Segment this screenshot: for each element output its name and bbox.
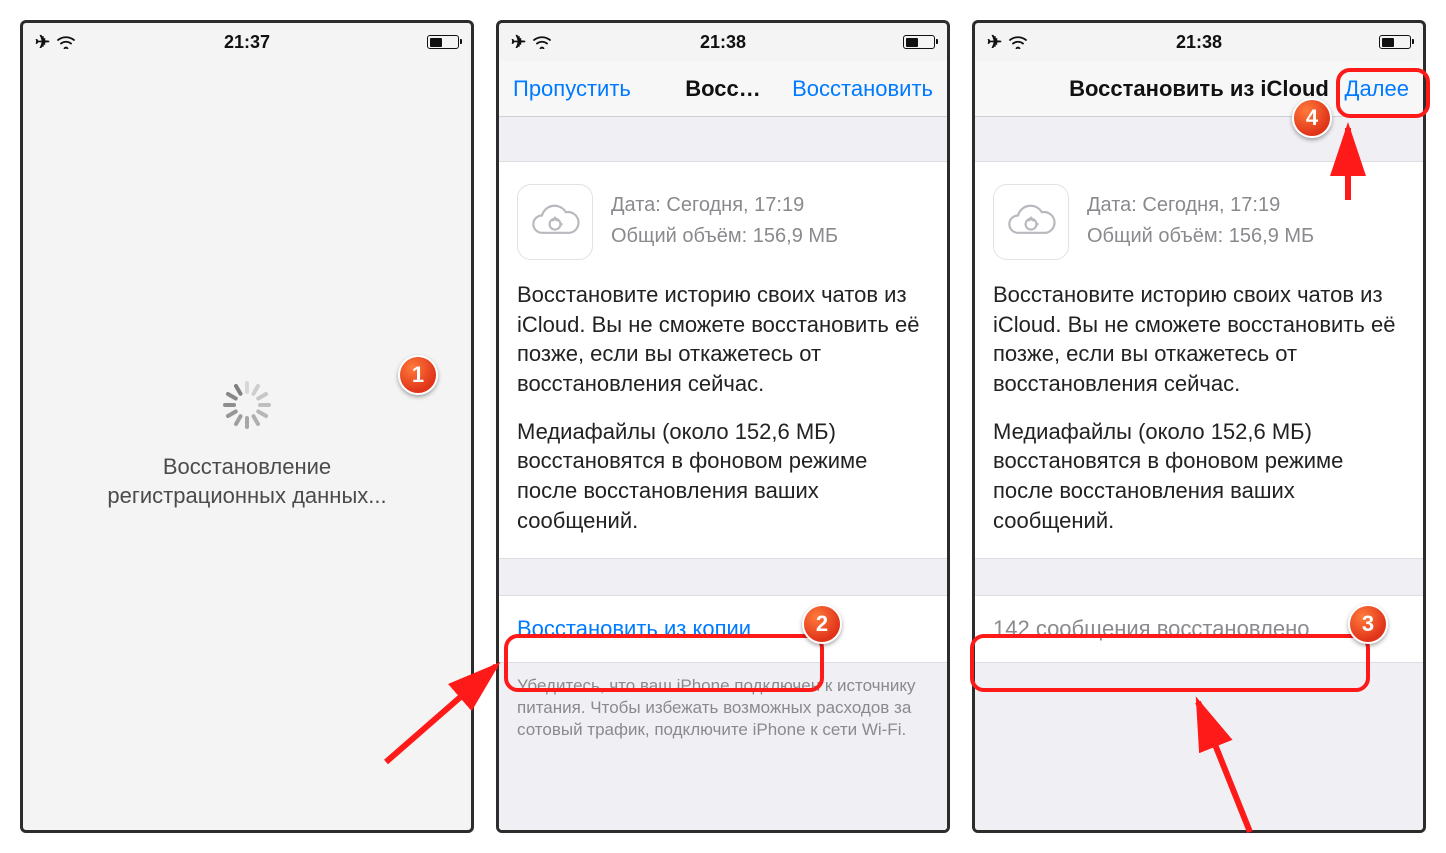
status-time: 21:37 <box>224 32 270 53</box>
annotation-badge-1: 1 <box>398 355 438 395</box>
annotation-badge-2: 2 <box>802 604 842 644</box>
restore-from-backup-button[interactable]: Восстановить из копии <box>499 595 947 663</box>
wifi-icon <box>1008 35 1028 49</box>
backup-date: Дата: Сегодня, 17:19 <box>1087 192 1314 219</box>
phone-screen-3: ✈ 21:38 Восстановить из iCloud Далее <box>972 20 1426 833</box>
next-button[interactable]: Далее <box>1345 76 1409 102</box>
airplane-mode-icon: ✈ <box>987 33 1002 51</box>
loading-text-line1: Восстановление <box>107 453 386 482</box>
nav-bar: Пропустить Восс… Восстановить <box>499 61 947 117</box>
backup-date: Дата: Сегодня, 17:19 <box>611 192 838 219</box>
backup-size: Общий объём: 156,9 МБ <box>1087 223 1314 250</box>
restore-paragraph-1: Восстановите историю своих чатов из iClo… <box>993 280 1405 399</box>
status-time: 21:38 <box>700 32 746 53</box>
battery-icon <box>903 35 935 49</box>
status-bar: ✈ 21:38 <box>975 23 1423 61</box>
battery-icon <box>1379 35 1411 49</box>
nav-title: Восстановить из iCloud <box>1069 76 1329 102</box>
restore-paragraph-2: Медиафайлы (около 152,6 МБ) восстановятс… <box>517 417 929 536</box>
wifi-icon <box>56 35 76 49</box>
restore-footnote: Убедитесь, что ваш iPhone подключен к ис… <box>499 663 947 759</box>
nav-bar: Восстановить из iCloud Далее <box>975 61 1423 117</box>
annotation-badge-3: 3 <box>1348 604 1388 644</box>
spinner-icon <box>223 381 271 429</box>
annotation-badge-4: 4 <box>1292 98 1332 138</box>
cloud-restore-icon <box>517 184 593 260</box>
backup-size: Общий объём: 156,9 МБ <box>611 223 838 250</box>
skip-button[interactable]: Пропустить <box>513 76 631 102</box>
restore-button[interactable]: Восстановить <box>792 76 933 102</box>
status-bar: ✈ 21:37 <box>23 23 471 61</box>
phone-screen-2: ✈ 21:38 Пропустить Восс… Восстановить <box>496 20 950 833</box>
battery-icon <box>427 35 459 49</box>
content-area: Дата: Сегодня, 17:19 Общий объём: 156,9 … <box>499 117 947 830</box>
content-area: Дата: Сегодня, 17:19 Общий объём: 156,9 … <box>975 117 1423 830</box>
airplane-mode-icon: ✈ <box>511 33 526 51</box>
phone-screen-1: ✈ 21:37 <box>20 20 474 833</box>
cloud-restore-icon <box>993 184 1069 260</box>
restore-paragraph-2: Медиафайлы (около 152,6 МБ) восстановятс… <box>993 417 1405 536</box>
status-time: 21:38 <box>1176 32 1222 53</box>
status-bar: ✈ 21:38 <box>499 23 947 61</box>
loading-text-line2: регистрационных данных... <box>107 482 386 511</box>
loading-area: Восстановление регистрационных данных... <box>23 61 471 830</box>
restore-paragraph-1: Восстановите историю своих чатов из iClo… <box>517 280 929 399</box>
nav-title: Восс… <box>685 76 761 102</box>
airplane-mode-icon: ✈ <box>35 33 50 51</box>
wifi-icon <box>532 35 552 49</box>
